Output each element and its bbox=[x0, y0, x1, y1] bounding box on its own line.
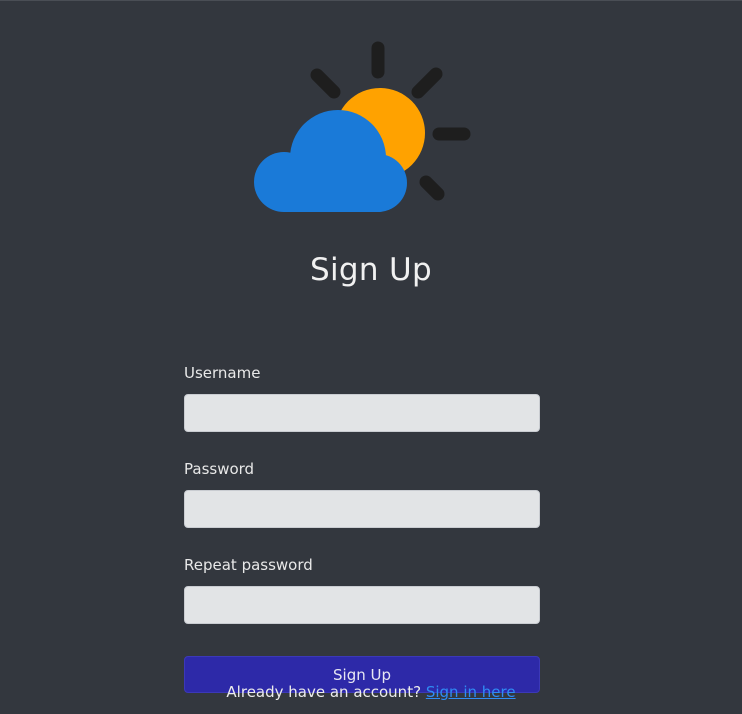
password-label: Password bbox=[184, 460, 255, 478]
signup-form: Username Password Repeat password Sign U… bbox=[184, 362, 540, 693]
username-label: Username bbox=[184, 364, 261, 382]
password-field[interactable] bbox=[184, 490, 540, 528]
signin-prompt-text: Already have an account? bbox=[226, 683, 422, 701]
signin-prompt: Already have an account? Sign in here bbox=[0, 683, 742, 701]
page-title: Sign Up bbox=[310, 252, 432, 288]
sign-in-link[interactable]: Sign in here bbox=[426, 683, 516, 701]
username-field[interactable] bbox=[184, 394, 540, 432]
repeat-password-field[interactable] bbox=[184, 586, 540, 624]
weather-partly-cloudy-icon bbox=[254, 41, 471, 212]
repeat-password-label: Repeat password bbox=[184, 556, 313, 574]
top-border bbox=[0, 0, 742, 1]
weather-logo bbox=[250, 38, 475, 218]
